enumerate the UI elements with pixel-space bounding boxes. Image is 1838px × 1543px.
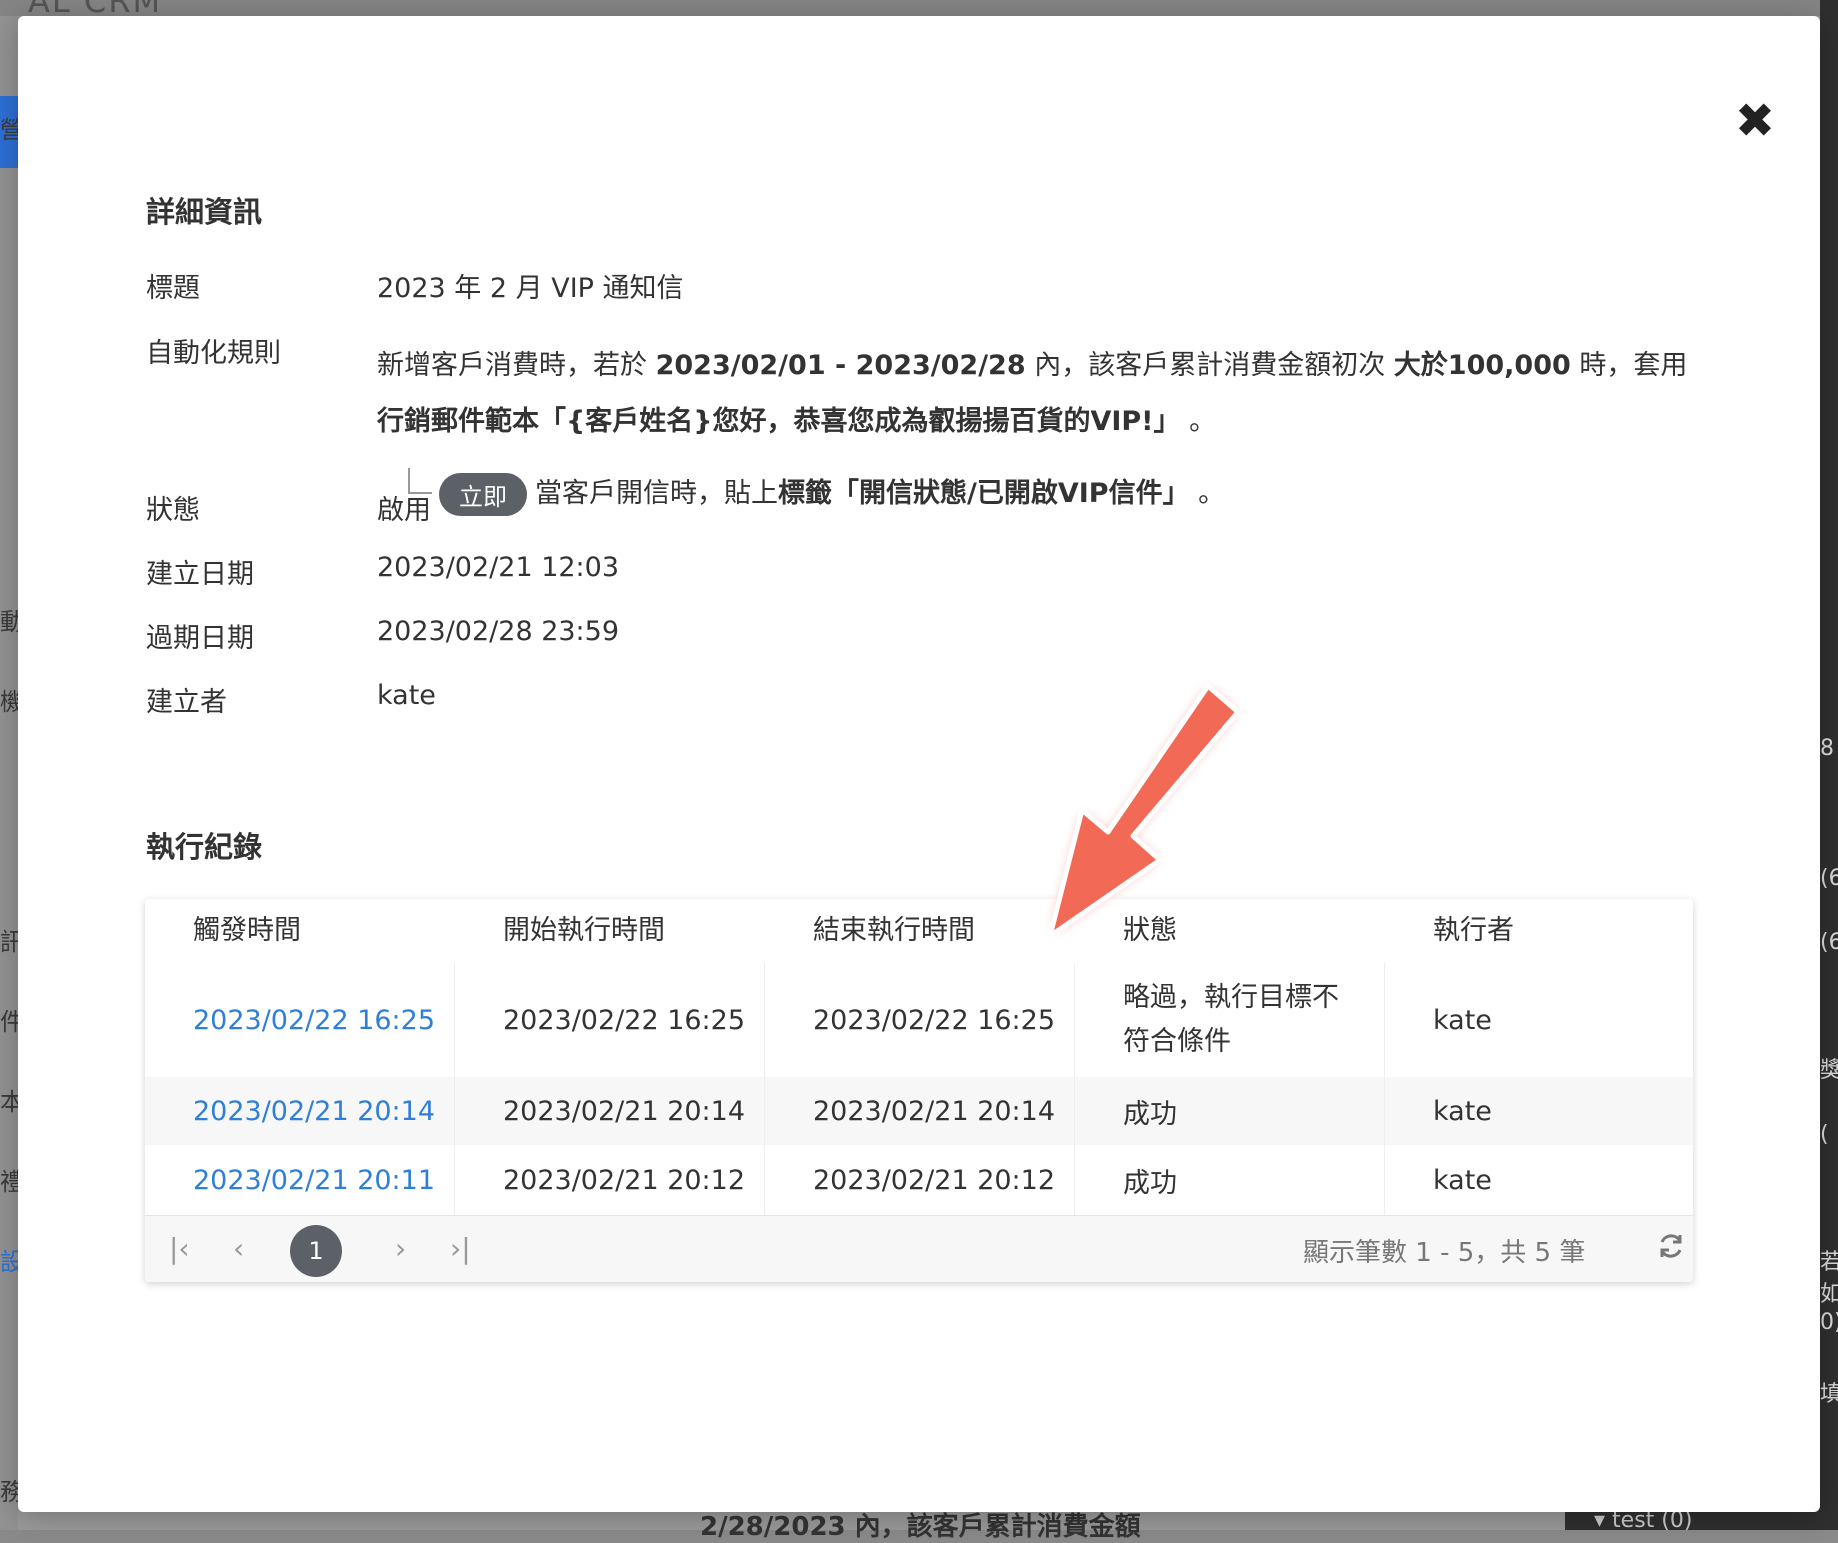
table-cell-status: 成功 (1075, 1145, 1385, 1215)
background-sidebar-label: 本 (0, 1088, 18, 1116)
status-label: 狀態 (146, 495, 200, 526)
creator-label: 建立者 (146, 687, 227, 718)
table-cell: 2023/02/21 20:12 (455, 1145, 765, 1215)
created-date-value: 2023/02/21 12:03 (377, 552, 620, 583)
action-text: 。 (1189, 478, 1226, 509)
background-sidebar-label: 件 (0, 1008, 18, 1036)
table-cell-status: 成功 (1075, 1077, 1385, 1145)
trigger-time-link[interactable]: 2023/02/22 16:25 (145, 963, 455, 1077)
column-header-start-time[interactable]: 開始執行時間 (503, 899, 665, 963)
created-date-label: 建立日期 (146, 559, 254, 590)
background-right-label: 8 (1820, 736, 1834, 761)
background-sidebar (0, 16, 18, 1530)
background-right-label: ( (1820, 1122, 1829, 1147)
detail-modal: ✖ 詳細資訊 標題 2023 年 2 月 VIP 通知信 自動化規則 新增客戶消… (18, 16, 1820, 1512)
execution-log-table: 觸發時間 開始執行時間 結束執行時間 狀態 執行者 2023/02/22 16:… (145, 899, 1693, 1282)
table-cell: 2023/02/21 20:12 (765, 1145, 1075, 1215)
title-label: 標題 (146, 273, 200, 304)
details-section-title: 詳細資訊 (146, 195, 263, 229)
rule-label: 自動化規則 (146, 338, 281, 369)
creator-value: kate (377, 680, 436, 711)
rule-sub-action: 立即 當客戶開信時，貼上標籤「開信狀態/已開啟VIP信件」 。 (403, 471, 1225, 516)
expiry-date-label: 過期日期 (146, 623, 254, 654)
background-sidebar-label: 動 (0, 608, 18, 636)
log-section-title: 執行紀錄 (146, 830, 263, 864)
table-row: 2023/02/21 20:14 2023/02/21 20:14 2023/0… (145, 1077, 1693, 1146)
column-header-end-time[interactable]: 結束執行時間 (813, 899, 975, 963)
table-cell: kate (1433, 1164, 1492, 1196)
background-right-label: (6 (1820, 866, 1838, 891)
table-cell: kate (1433, 1095, 1492, 1127)
background-right-label: 填 (1820, 1382, 1838, 1407)
trigger-time-link[interactable]: 2023/02/21 20:11 (145, 1145, 455, 1215)
background-sidebar-label: 訊 (0, 928, 18, 956)
next-page-button[interactable]: › (395, 1234, 406, 1264)
status-value: 啟用 (377, 495, 431, 526)
rule-date-range: 2023/02/01 - 2023/02/28 (655, 350, 1026, 381)
background-topbar (0, 0, 1838, 16)
last-page-button[interactable]: ›| (450, 1234, 471, 1264)
background-right-label: 0) (1820, 1310, 1838, 1335)
table-cell-status: 略過，執行目標不符合條件 (1075, 963, 1385, 1077)
action-tag: 標籤「開信狀態/已開啟VIP信件」 (778, 478, 1190, 509)
rule-text: 時，套用 (1570, 350, 1688, 381)
table-row: 2023/02/22 16:25 2023/02/22 16:25 2023/0… (145, 963, 1693, 1078)
column-header-trigger-time[interactable]: 觸發時間 (193, 899, 301, 963)
background-right-label: (6 (1820, 930, 1838, 955)
title-value: 2023 年 2 月 VIP 通知信 (377, 273, 684, 304)
background-sidebar-label: 機 (0, 688, 18, 716)
rule-description: 新增客戶消費時，若於 2023/02/01 - 2023/02/28 內，該客戶… (377, 338, 1707, 450)
column-header-executor[interactable]: 執行者 (1433, 899, 1514, 963)
prev-page-button[interactable]: ‹ (233, 1234, 244, 1264)
rule-condition: 大於100,000 (1393, 350, 1571, 381)
immediate-badge: 立即 (439, 473, 527, 516)
table-cell: kate (1433, 1004, 1492, 1036)
rule-text: 新增客戶消費時，若於 (377, 350, 656, 381)
rule-text: 內，該客戶累計消費金額初次 (1025, 350, 1394, 381)
background-sidebar-label: 設 (0, 1248, 18, 1276)
rule-template: 行銷郵件範本「{客戶姓名}您好，恭喜您成為叡揚揚百貨的VIP!」 (377, 406, 1181, 437)
action-text: 當客戶開信時，貼上 (535, 478, 778, 509)
table-header: 觸發時間 開始執行時間 結束執行時間 狀態 執行者 (145, 899, 1693, 964)
background-sidebar-label: 營 (0, 116, 18, 144)
close-icon[interactable]: ✖ (1733, 97, 1777, 145)
pagination-info: 顯示筆數 1 - 5，共 5 筆 (1303, 1238, 1586, 1268)
background-sidebar-label: 禮 (0, 1168, 18, 1196)
table-row: 2023/02/21 20:11 2023/02/21 20:12 2023/0… (145, 1145, 1693, 1216)
table-cell: 2023/02/22 16:25 (765, 963, 1075, 1077)
table-cell: 2023/02/22 16:25 (455, 963, 765, 1077)
page-number-current[interactable]: 1 (290, 1225, 342, 1277)
annotation-arrow-icon (1047, 683, 1241, 939)
refresh-icon[interactable] (1655, 1230, 1687, 1262)
expiry-date-value: 2023/02/28 23:59 (377, 616, 620, 647)
first-page-button[interactable]: |‹ (169, 1234, 190, 1264)
background-right-label: 若如 (1820, 1250, 1838, 1307)
table-cell: 2023/02/21 20:14 (765, 1077, 1075, 1145)
rule-text: 。 (1180, 406, 1217, 437)
background-sidebar-label: 務 (0, 1478, 18, 1506)
background-right-label: 獎 (1820, 1058, 1838, 1083)
pagination-bar: |‹ ‹ 1 › ›| 顯示筆數 1 - 5，共 5 筆 (145, 1215, 1693, 1282)
trigger-time-link[interactable]: 2023/02/21 20:14 (145, 1077, 455, 1145)
table-cell: 2023/02/21 20:14 (455, 1077, 765, 1145)
